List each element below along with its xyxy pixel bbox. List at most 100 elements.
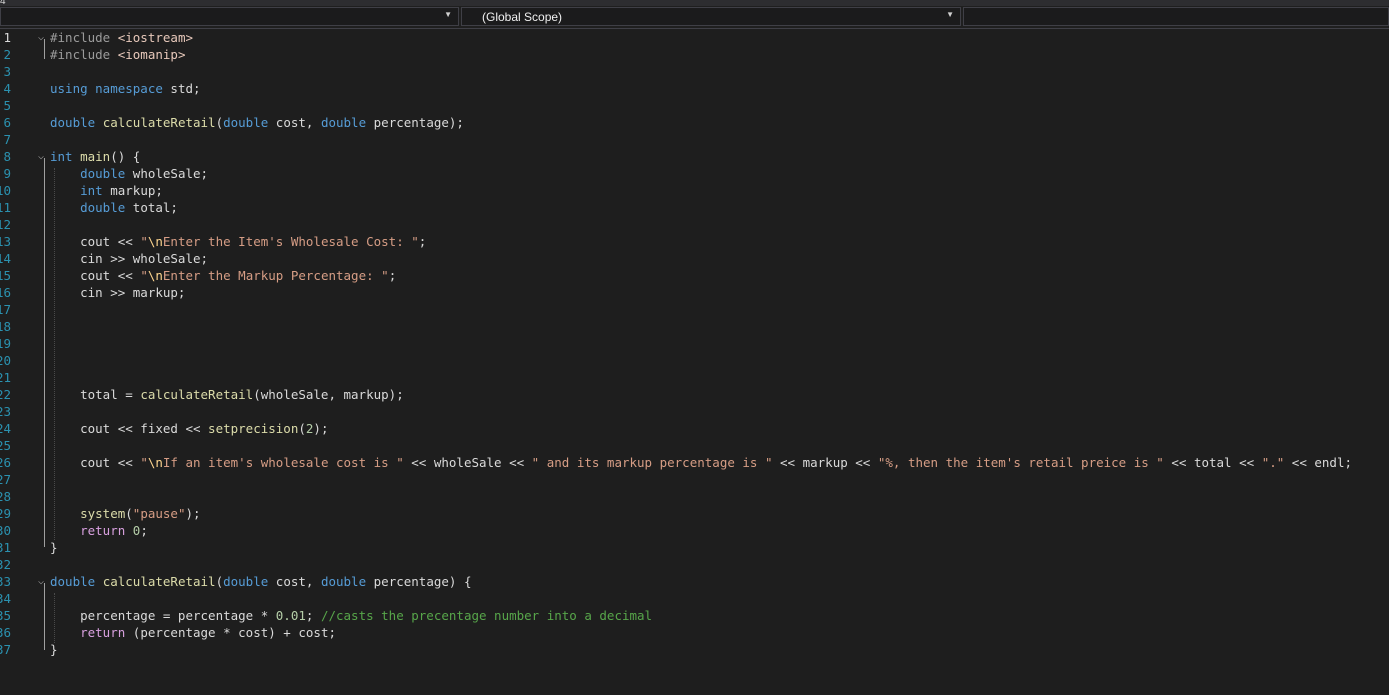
line-number: 1 bbox=[3, 30, 11, 45]
code-line[interactable]: 14 cin >> wholeSale; bbox=[0, 250, 1389, 267]
code-text: int main() { bbox=[50, 148, 140, 165]
code-text: #include <iostream> bbox=[50, 29, 193, 46]
code-line[interactable]: 31} bbox=[0, 539, 1389, 556]
code-line[interactable]: 21 bbox=[0, 369, 1389, 386]
code-line[interactable]: 6 double calculateRetail(double cost, dou… bbox=[0, 114, 1389, 131]
code-token: ( bbox=[215, 115, 224, 130]
code-line[interactable]: 28 bbox=[0, 488, 1389, 505]
chevron-down-icon: ▼ bbox=[444, 10, 452, 19]
line-number: 8 bbox=[3, 149, 11, 164]
line-number: 14 bbox=[0, 251, 11, 266]
code-text: cout << "\nEnter the Markup Percentage: … bbox=[50, 267, 396, 284]
code-token: <iomanip> bbox=[117, 47, 186, 62]
code-line[interactable]: 9 double wholeSale; bbox=[0, 165, 1389, 182]
code-line[interactable]: 8 ⌵ int main() { bbox=[0, 148, 1389, 165]
code-token: "pause" bbox=[132, 506, 186, 521]
code-line[interactable]: 2 #include <iomanip> bbox=[0, 46, 1389, 63]
code-token: return bbox=[80, 625, 133, 640]
code-line[interactable]: 1 ⌵ #include <iostream> bbox=[0, 29, 1389, 46]
code-line[interactable]: 32 bbox=[0, 556, 1389, 573]
line-number: 30 bbox=[0, 523, 11, 538]
line-number: 36 bbox=[0, 625, 11, 640]
code-text: cin >> wholeSale; bbox=[50, 250, 208, 267]
code-line[interactable]: 19 bbox=[0, 335, 1389, 352]
code-token: cout << bbox=[50, 268, 141, 283]
code-line[interactable]: 25 bbox=[0, 437, 1389, 454]
code-token: double bbox=[80, 166, 133, 181]
line-number: 24 bbox=[0, 421, 11, 436]
code-line[interactable]: 17 bbox=[0, 301, 1389, 318]
code-line[interactable]: 11 double total; bbox=[0, 199, 1389, 216]
code-token: 0.01 bbox=[275, 608, 306, 623]
code-token: } bbox=[50, 540, 58, 555]
line-number: 32 bbox=[0, 557, 11, 572]
fold-toggle-icon[interactable]: ⌵ bbox=[38, 29, 44, 46]
code-token: \n bbox=[147, 455, 163, 470]
code-line[interactable]: 7 bbox=[0, 131, 1389, 148]
code-token: " bbox=[140, 268, 148, 283]
code-line[interactable]: 15 cout << "\nEnter the Markup Percentag… bbox=[0, 267, 1389, 284]
line-number: 34 bbox=[0, 591, 11, 606]
line-number: 27 bbox=[0, 472, 11, 487]
code-text: double calculateRetail(double cost, doub… bbox=[50, 573, 471, 590]
line-number: 28 bbox=[0, 489, 11, 504]
code-text: double wholeSale; bbox=[50, 165, 208, 182]
code-line[interactable]: 29 system("pause"); bbox=[0, 505, 1389, 522]
line-number: 17 bbox=[0, 302, 11, 317]
code-line[interactable]: 12 bbox=[0, 216, 1389, 233]
code-text: int markup; bbox=[50, 182, 163, 199]
code-line[interactable]: 23 bbox=[0, 403, 1389, 420]
line-number: 13 bbox=[0, 234, 11, 249]
code-token: double bbox=[80, 200, 133, 215]
code-token: If an item's wholesale cost is " bbox=[162, 455, 404, 470]
code-line[interactable]: 18 bbox=[0, 318, 1389, 335]
fold-toggle-icon[interactable]: ⌵ bbox=[38, 148, 44, 165]
code-token: " bbox=[140, 234, 148, 249]
code-line[interactable]: 30 return 0; bbox=[0, 522, 1389, 539]
code-line[interactable]: 24 cout << fixed << setprecision(2); bbox=[0, 420, 1389, 437]
line-number: 18 bbox=[0, 319, 11, 334]
code-line[interactable]: 37} bbox=[0, 641, 1389, 658]
code-token: int bbox=[80, 183, 111, 198]
code-token: << total << bbox=[1163, 455, 1262, 470]
line-number: 33 bbox=[0, 574, 11, 589]
scope-dropdown[interactable]: (Global Scope) ▼ bbox=[461, 7, 961, 26]
code-line[interactable]: 33 ⌵ double calculateRetail(double cost, d… bbox=[0, 573, 1389, 590]
line-number: 12 bbox=[0, 217, 11, 232]
project-dropdown[interactable]: ▼ bbox=[0, 7, 459, 26]
code-token: calculateRetail bbox=[140, 387, 254, 402]
code-token: \n bbox=[147, 234, 163, 249]
code-line[interactable]: 36 return (percentage * cost) + cost; bbox=[0, 624, 1389, 641]
code-line[interactable]: 5 bbox=[0, 97, 1389, 114]
code-line[interactable]: 16 cin >> markup; bbox=[0, 284, 1389, 301]
code-line[interactable]: 3 bbox=[0, 63, 1389, 80]
code-token: calculateRetail bbox=[102, 574, 216, 589]
code-line[interactable]: 4 using namespace std; bbox=[0, 80, 1389, 97]
code-line[interactable]: 26 cout << "\nIf an item's wholesale cos… bbox=[0, 454, 1389, 471]
code-token: (percentage * cost) + cost; bbox=[132, 625, 336, 640]
code-text: system("pause"); bbox=[50, 505, 200, 522]
code-line[interactable]: 35 percentage = percentage * 0.01; //cas… bbox=[0, 607, 1389, 624]
code-text: double total; bbox=[50, 199, 178, 216]
fold-toggle-icon[interactable]: ⌵ bbox=[38, 573, 44, 590]
code-line[interactable]: 13 cout << "\nEnter the Item's Wholesale… bbox=[0, 233, 1389, 250]
line-number: 23 bbox=[0, 404, 11, 419]
member-dropdown[interactable] bbox=[963, 7, 1389, 26]
line-number: 19 bbox=[0, 336, 11, 351]
code-token: << markup << bbox=[772, 455, 878, 470]
code-text: } bbox=[50, 539, 58, 556]
scope-dropdown-value: (Global Scope) bbox=[482, 10, 563, 24]
code-token: () { bbox=[110, 149, 141, 164]
code-line[interactable]: 22 total = calculateRetail(wholeSale, ma… bbox=[0, 386, 1389, 403]
code-line[interactable]: 27 bbox=[0, 471, 1389, 488]
code-line[interactable]: 10 int markup; bbox=[0, 182, 1389, 199]
code-token: ; bbox=[388, 268, 397, 283]
code-line[interactable]: 34 bbox=[0, 590, 1389, 607]
code-token: cin >> markup; bbox=[50, 285, 186, 300]
code-line[interactable]: 20 bbox=[0, 352, 1389, 369]
line-number: 6 bbox=[3, 115, 11, 130]
code-editor[interactable]: 1 ⌵ #include <iostream> 2 #include <iomanip>… bbox=[0, 29, 1389, 695]
code-token: ; bbox=[305, 608, 321, 623]
code-text: using namespace std; bbox=[50, 80, 201, 97]
